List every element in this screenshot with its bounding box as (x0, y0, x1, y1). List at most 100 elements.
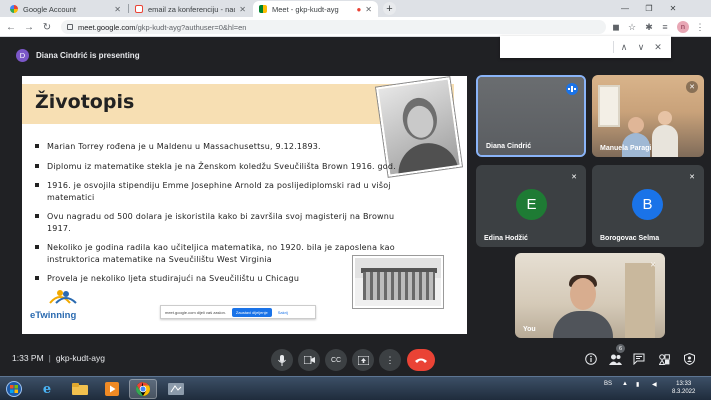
forward-icon[interactable]: → (22, 20, 36, 34)
bullet-item: 1916. je osvojila stipendiju Emme Joseph… (34, 180, 414, 203)
browser-tab-strip: Google Account ✕ email za konferenciju -… (0, 0, 711, 17)
captions-icon[interactable]: CC (325, 349, 347, 371)
menu-icon[interactable]: ⋮ (693, 20, 707, 34)
avatar: E (516, 189, 547, 220)
tab-google-account[interactable]: Google Account ✕ (4, 1, 127, 17)
avatar: B (632, 189, 663, 220)
media-player-icon[interactable] (98, 379, 126, 399)
address-bar[interactable]: meet.google.com/gkp-kudt-ayg?authuser=0&… (61, 20, 606, 34)
mic-off-icon: ✕ (689, 174, 695, 181)
classroom-window (598, 85, 620, 127)
recording-dot-icon: ● (356, 4, 362, 14)
meet-icon (259, 5, 267, 13)
background-shelf (625, 263, 655, 338)
participant-name: Diana Cindrić (486, 143, 532, 150)
university-building-photo (353, 256, 443, 308)
stop-sharing-button[interactable]: Zaustavi dijeljenje (231, 307, 272, 317)
find-next-icon[interactable]: ∨ (635, 41, 647, 53)
gmail-icon (135, 5, 143, 13)
avatar: D (16, 48, 29, 62)
volume-icon[interactable]: ◀ (652, 381, 657, 388)
start-button[interactable] (2, 379, 26, 399)
more-icon[interactable]: ⋮ (379, 349, 401, 371)
camera-feed (515, 253, 665, 338)
new-tab-button[interactable]: + (383, 2, 396, 15)
participant-name: Edina Hodžić (484, 235, 528, 242)
tab-email[interactable]: email za konferenciju - nadamiru ✕ (129, 1, 252, 17)
mic-off-icon: ✕ (686, 81, 698, 93)
language-indicator[interactable]: BS (604, 381, 612, 387)
maximize-icon[interactable]: ❐ (637, 0, 661, 17)
url-host: meet.google.com (78, 22, 136, 32)
find-previous-icon[interactable]: ∧ (618, 41, 630, 53)
clock-time: 13:33 (676, 381, 692, 387)
chrome-icon[interactable] (129, 379, 157, 399)
end-call-icon[interactable] (407, 349, 435, 371)
screen-share-notice: meet.google.com dijeli vaš zaslon. Zaust… (160, 305, 316, 319)
present-icon[interactable] (352, 349, 374, 371)
participant-tile-self[interactable]: ✕ You (515, 253, 665, 338)
url-path: /gkp-kudt-ayg?authuser=0&hl=en (135, 22, 247, 32)
photo-building (363, 272, 435, 300)
find-close-icon[interactable]: ✕ (652, 41, 664, 53)
reload-icon[interactable]: ↻ (40, 20, 54, 34)
presentation-slide: Životopis Marian Torrey rođena je u Mald… (22, 76, 467, 334)
meet-control-bar: 1:33 PM | gkp-kudt-ayg CC ⋮ (0, 343, 711, 376)
file-explorer-icon[interactable] (66, 379, 94, 399)
tab-title: email za konferenciju - nadamiru (148, 4, 235, 14)
bullet-item: Ovu nagradu od 500 dolara je iskoristila… (34, 211, 414, 234)
people-icon[interactable] (607, 351, 623, 367)
person-head (570, 278, 596, 310)
chat-icon[interactable] (631, 351, 647, 367)
internet-explorer-icon[interactable]: e (33, 379, 61, 399)
people-count-badge: 6 (616, 344, 625, 353)
participant-tile-selma[interactable]: B ✕ Borogovac Selma (592, 165, 704, 247)
mic-off-icon: ✕ (650, 262, 656, 269)
share-notice-text: meet.google.com dijeli vaš zaslon. (165, 309, 226, 315)
tab-meet[interactable]: Meet - gkp-kudt-ayg ● ✕ (253, 1, 378, 17)
windows-taskbar: e BS ▲ ▮ ◀ 13:33 8.3.2022 (0, 376, 711, 400)
lock-icon (67, 24, 73, 30)
window-close-icon[interactable]: ✕ (661, 0, 685, 17)
info-icon[interactable] (583, 351, 599, 367)
minimize-icon[interactable]: — (613, 0, 637, 17)
person-body (652, 125, 678, 157)
close-icon[interactable]: ✕ (114, 5, 121, 14)
presenting-text: Diana Cindrić is presenting (36, 50, 140, 60)
mic-off-icon: ✕ (571, 174, 577, 181)
participant-name: You (523, 326, 536, 333)
close-icon[interactable]: ✕ (239, 5, 246, 14)
extensions-icon[interactable]: ✱ (642, 20, 656, 34)
tab-title: Google Account (23, 4, 76, 14)
browser-toolbar: ← → ↻ meet.google.com/gkp-kudt-ayg?authu… (0, 17, 711, 37)
hide-notice-button[interactable]: Sakrij (278, 310, 288, 315)
app-icon[interactable] (162, 379, 190, 399)
host-controls-icon[interactable] (681, 351, 697, 367)
show-hidden-icons-icon[interactable]: ▲ (622, 381, 628, 387)
find-separator (613, 41, 614, 53)
camera-in-use-icon[interactable]: ◼ (609, 20, 623, 34)
network-icon[interactable]: ▮ (636, 381, 639, 388)
star-icon[interactable]: ☆ (625, 20, 639, 34)
participant-tile-edina[interactable]: E ✕ Edina Hodžić (476, 165, 586, 247)
find-input[interactable] (500, 36, 610, 58)
mic-icon[interactable] (271, 349, 293, 371)
participant-tile-diana[interactable]: Diana Cindrić (476, 75, 586, 157)
speaking-indicator-icon (566, 83, 578, 95)
presenting-banner: D Diana Cindrić is presenting (16, 47, 140, 63)
etwinning-logo-text: eTwinning (30, 310, 77, 321)
find-bar: ∧ ∨ ✕ (500, 36, 671, 58)
camera-icon[interactable] (298, 349, 320, 371)
profile-avatar[interactable]: n (677, 21, 689, 33)
system-clock[interactable]: 13:33 8.3.2022 (672, 380, 695, 396)
person-head (658, 111, 672, 125)
participant-tile-manuela[interactable]: ✕ Manuela Paragi (592, 75, 704, 157)
back-icon[interactable]: ← (4, 20, 18, 34)
close-icon[interactable]: ✕ (365, 5, 372, 14)
google-g-icon (10, 5, 18, 13)
activities-icon[interactable] (656, 351, 672, 367)
bullet-item: Diplomu iz matematike stekla je na Žensk… (34, 161, 414, 173)
reading-list-icon[interactable]: ≡ (658, 20, 672, 34)
meeting-time: 1:33 PM (12, 353, 44, 363)
slide-title: Životopis (35, 91, 135, 113)
